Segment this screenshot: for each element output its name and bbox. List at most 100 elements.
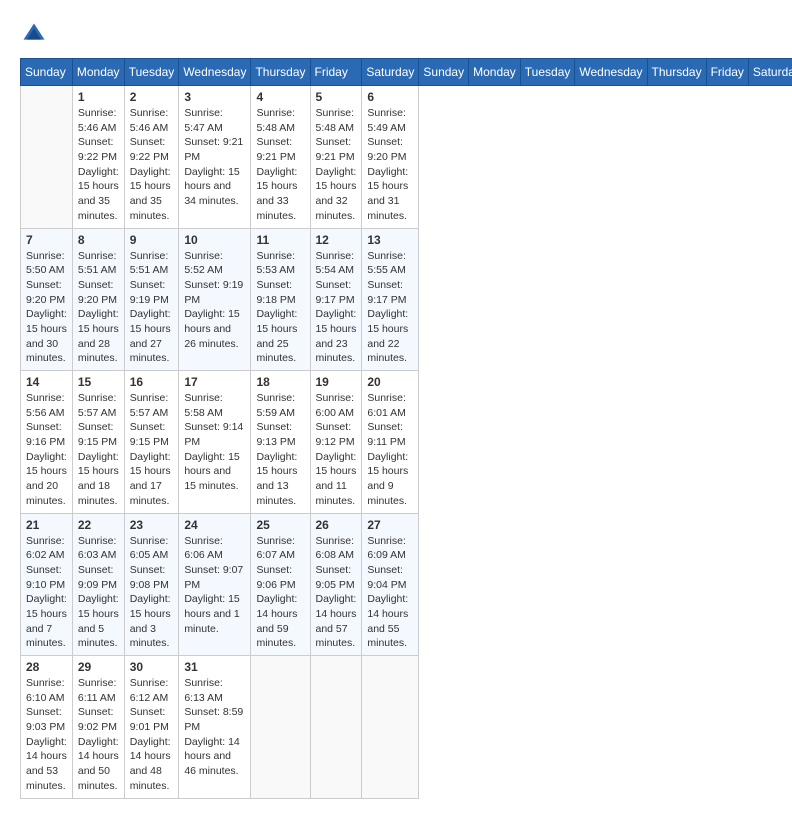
col-header-monday: Monday — [469, 59, 521, 86]
day-info: Sunrise: 6:01 AMSunset: 9:11 PMDaylight:… — [367, 391, 413, 509]
day-number: 14 — [26, 375, 67, 389]
calendar-cell: 9 Sunrise: 5:51 AMSunset: 9:19 PMDaylight… — [124, 228, 179, 371]
day-number: 2 — [130, 90, 174, 104]
day-number: 10 — [184, 233, 245, 247]
calendar-cell: 2 Sunrise: 5:46 AMSunset: 9:22 PMDaylight… — [124, 86, 179, 229]
col-header-saturday: Saturday — [748, 59, 792, 86]
day-number: 12 — [316, 233, 357, 247]
day-info: Sunrise: 5:48 AMSunset: 9:21 PMDaylight:… — [316, 106, 357, 224]
calendar-cell: 11 Sunrise: 5:53 AMSunset: 9:18 PMDayligh… — [251, 228, 310, 371]
day-info: Sunrise: 6:00 AMSunset: 9:12 PMDaylight:… — [316, 391, 357, 509]
calendar-cell: 5Sunrise: 5:48 AMSunset: 9:21 PMDaylight… — [310, 86, 362, 229]
calendar-cell: 1Sunrise: 5:46 AMSunset: 9:22 PMDaylight… — [72, 86, 124, 229]
calendar-table: SundayMondayTuesdayWednesdayThursdayFrid… — [20, 58, 792, 799]
day-info: Sunrise: 5:51 AMSunset: 9:19 PMDaylight:… — [130, 249, 174, 367]
day-number: 30 — [130, 660, 174, 674]
day-info: Sunrise: 5:54 AMSunset: 9:17 PMDaylight:… — [316, 249, 357, 367]
calendar-cell: 27Sunrise: 6:09 AMSunset: 9:04 PMDayligh… — [362, 513, 419, 656]
calendar-cell: 15Sunrise: 5:57 AMSunset: 9:15 PMDayligh… — [72, 371, 124, 514]
calendar-cell: 28Sunrise: 6:10 AMSunset: 9:03 PMDayligh… — [21, 656, 73, 799]
day-number: 22 — [78, 518, 119, 532]
calendar-cell: 18 Sunrise: 5:59 AMSunset: 9:13 PMDayligh… — [251, 371, 310, 514]
calendar-cell: 14 Sunrise: 5:56 AMSunset: 9:16 PMDayligh… — [21, 371, 73, 514]
day-info: Sunrise: 5:50 AMSunset: 9:20 PMDaylight:… — [26, 249, 67, 367]
week-row-5: 28Sunrise: 6:10 AMSunset: 9:03 PMDayligh… — [21, 656, 792, 799]
calendar-cell: 31 Sunrise: 6:13 AMSunset: 8:59 PMDayligh… — [179, 656, 251, 799]
day-number: 18 — [256, 375, 304, 389]
col-header-thursday: Thursday — [647, 59, 706, 86]
day-number: 23 — [130, 518, 174, 532]
calendar-cell — [251, 656, 310, 799]
day-number: 1 — [78, 90, 119, 104]
day-number: 19 — [316, 375, 357, 389]
day-number: 20 — [367, 375, 413, 389]
calendar-cell: 19 Sunrise: 6:00 AMSunset: 9:12 PMDayligh… — [310, 371, 362, 514]
col-header-friday: Friday — [706, 59, 748, 86]
day-number: 8 — [78, 233, 119, 247]
calendar-cell: 22 Sunrise: 6:03 AMSunset: 9:09 PMDayligh… — [72, 513, 124, 656]
calendar-cell: 21Sunrise: 6:02 AMSunset: 9:10 PMDayligh… — [21, 513, 73, 656]
day-number: 29 — [78, 660, 119, 674]
week-row-3: 14 Sunrise: 5:56 AMSunset: 9:16 PMDayligh… — [21, 371, 792, 514]
calendar-cell: 16 Sunrise: 5:57 AMSunset: 9:15 PMDayligh… — [124, 371, 179, 514]
day-info: Sunrise: 5:55 AMSunset: 9:17 PMDaylight:… — [367, 249, 413, 367]
day-number: 4 — [256, 90, 304, 104]
col-header-sunday: Sunday — [21, 59, 73, 86]
calendar-cell: 20 Sunrise: 6:01 AMSunset: 9:11 PMDayligh… — [362, 371, 419, 514]
logo — [20, 20, 52, 48]
day-number: 11 — [256, 233, 304, 247]
logo-icon — [20, 20, 48, 48]
calendar-cell — [21, 86, 73, 229]
day-number: 16 — [130, 375, 174, 389]
day-number: 31 — [184, 660, 245, 674]
col-header-saturday: Saturday — [362, 59, 419, 86]
calendar-cell: 8 Sunrise: 5:51 AMSunset: 9:20 PMDaylight… — [72, 228, 124, 371]
col-header-monday: Monday — [72, 59, 124, 86]
day-info: Sunrise: 6:07 AMSunset: 9:06 PMDaylight:… — [256, 534, 304, 652]
day-info: Sunrise: 5:57 AMSunset: 9:15 PMDaylight:… — [78, 391, 119, 509]
day-info: Sunrise: 6:05 AMSunset: 9:08 PMDaylight:… — [130, 534, 174, 652]
day-number: 7 — [26, 233, 67, 247]
calendar-cell: 23 Sunrise: 6:05 AMSunset: 9:08 PMDayligh… — [124, 513, 179, 656]
col-header-wednesday: Wednesday — [179, 59, 251, 86]
calendar-cell — [362, 656, 419, 799]
calendar-cell: 13Sunrise: 5:55 AMSunset: 9:17 PMDayligh… — [362, 228, 419, 371]
day-info: Sunrise: 5:59 AMSunset: 9:13 PMDaylight:… — [256, 391, 304, 509]
calendar-cell: 26 Sunrise: 6:08 AMSunset: 9:05 PMDayligh… — [310, 513, 362, 656]
day-info: Sunrise: 6:02 AMSunset: 9:10 PMDaylight:… — [26, 534, 67, 652]
day-info: Sunrise: 5:56 AMSunset: 9:16 PMDaylight:… — [26, 391, 67, 509]
calendar-cell: 17 Sunrise: 5:58 AMSunset: 9:14 PMDayligh… — [179, 371, 251, 514]
page-header — [20, 20, 772, 48]
day-info: Sunrise: 5:49 AMSunset: 9:20 PMDaylight:… — [367, 106, 413, 224]
day-info: Sunrise: 5:52 AMSunset: 9:19 PMDaylight:… — [184, 249, 245, 352]
day-info: Sunrise: 5:57 AMSunset: 9:15 PMDaylight:… — [130, 391, 174, 509]
calendar-cell: 12 Sunrise: 5:54 AMSunset: 9:17 PMDayligh… — [310, 228, 362, 371]
calendar-cell: 29 Sunrise: 6:11 AMSunset: 9:02 PMDayligh… — [72, 656, 124, 799]
day-info: Sunrise: 6:03 AMSunset: 9:09 PMDaylight:… — [78, 534, 119, 652]
day-number: 27 — [367, 518, 413, 532]
week-row-4: 21Sunrise: 6:02 AMSunset: 9:10 PMDayligh… — [21, 513, 792, 656]
day-info: Sunrise: 5:46 AMSunset: 9:22 PMDaylight:… — [130, 106, 174, 224]
header-row: SundayMondayTuesdayWednesdayThursdayFrid… — [21, 59, 792, 86]
day-info: Sunrise: 6:11 AMSunset: 9:02 PMDaylight:… — [78, 676, 119, 794]
day-info: Sunrise: 6:13 AMSunset: 8:59 PMDaylight:… — [184, 676, 245, 779]
day-info: Sunrise: 5:53 AMSunset: 9:18 PMDaylight:… — [256, 249, 304, 367]
day-info: Sunrise: 6:08 AMSunset: 9:05 PMDaylight:… — [316, 534, 357, 652]
day-info: Sunrise: 5:47 AMSunset: 9:21 PMDaylight:… — [184, 106, 245, 209]
day-info: Sunrise: 5:51 AMSunset: 9:20 PMDaylight:… — [78, 249, 119, 367]
day-number: 17 — [184, 375, 245, 389]
col-header-wednesday: Wednesday — [575, 59, 647, 86]
calendar-cell — [310, 656, 362, 799]
day-number: 9 — [130, 233, 174, 247]
calendar-cell: 7 Sunrise: 5:50 AMSunset: 9:20 PMDaylight… — [21, 228, 73, 371]
day-number: 26 — [316, 518, 357, 532]
day-number: 24 — [184, 518, 245, 532]
calendar-cell: 6Sunrise: 5:49 AMSunset: 9:20 PMDaylight… — [362, 86, 419, 229]
calendar-cell: 30 Sunrise: 6:12 AMSunset: 9:01 PMDayligh… — [124, 656, 179, 799]
col-header-thursday: Thursday — [251, 59, 310, 86]
day-info: Sunrise: 5:58 AMSunset: 9:14 PMDaylight:… — [184, 391, 245, 494]
calendar-cell: 25Sunrise: 6:07 AMSunset: 9:06 PMDayligh… — [251, 513, 310, 656]
week-row-1: 1 Sunrise: 5:46 AMSunset: 9:22 PMDaylight… — [21, 86, 792, 229]
calendar-cell: 24Sunrise: 6:06 AMSunset: 9:07 PMDayligh… — [179, 513, 251, 656]
day-info: Sunrise: 6:12 AMSunset: 9:01 PMDaylight:… — [130, 676, 174, 794]
